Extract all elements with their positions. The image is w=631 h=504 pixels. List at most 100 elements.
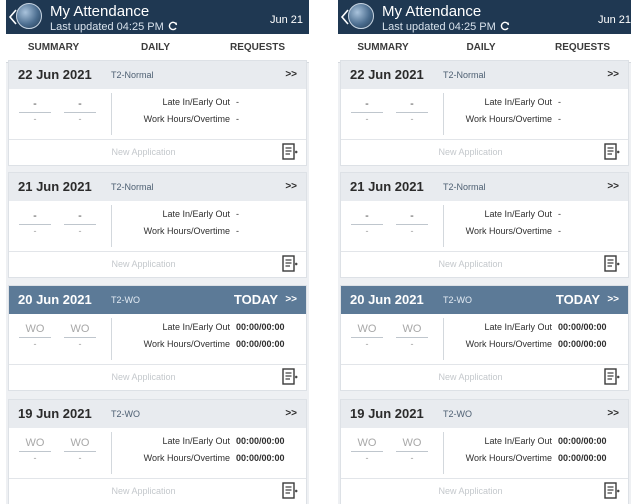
day-card[interactable]: 20 Jun 2021 T2-WO TODAY >> WO - WO - Lat… xyxy=(340,285,629,391)
expand-arrow[interactable]: >> xyxy=(607,181,619,192)
divider xyxy=(9,139,306,140)
divider xyxy=(341,478,628,479)
day-date: 22 Jun 2021 xyxy=(350,67,424,82)
punch-in-value: WO xyxy=(351,322,383,338)
work-hours-overtime-value: - xyxy=(558,114,561,124)
punch-in-value: - xyxy=(351,209,383,225)
day-card-header[interactable]: 20 Jun 2021 T2-WO TODAY >> xyxy=(341,286,628,314)
new-application-button[interactable]: New Application xyxy=(341,259,600,269)
late-in-early-out-label: Late In/Early Out xyxy=(162,97,230,107)
refresh-icon[interactable] xyxy=(168,21,178,31)
expand-arrow[interactable]: >> xyxy=(285,69,297,80)
refresh-icon[interactable] xyxy=(500,21,510,31)
work-hours-overtime-label: Work Hours/Overtime xyxy=(143,114,230,124)
punch-out: WO - xyxy=(396,322,428,351)
document-edit-icon[interactable] xyxy=(604,482,620,500)
tab-daily[interactable]: DAILY xyxy=(435,34,527,63)
punch-out-sub: - xyxy=(410,226,414,236)
tab-requests[interactable]: REQUESTS xyxy=(534,34,631,62)
punch-out-sub: - xyxy=(410,339,414,349)
new-application-button[interactable]: New Application xyxy=(9,486,278,496)
document-edit-icon[interactable] xyxy=(282,368,298,386)
late-in-early-out-label: Late In/Early Out xyxy=(484,209,552,219)
work-hours-overtime-label: Work Hours/Overtime xyxy=(143,339,230,349)
day-card[interactable]: 19 Jun 2021 T2-WO >> WO - WO - Late In/E… xyxy=(8,399,307,504)
punch-in-sub: - xyxy=(33,453,37,463)
shift-type: T2-WO xyxy=(443,409,472,419)
late-in-early-out-value: 00:00/00:00 xyxy=(558,322,607,332)
shift-type: T2-Normal xyxy=(111,70,154,80)
punch-out: - - xyxy=(64,209,96,238)
day-card-header[interactable]: 21 Jun 2021 T2-Normal >> xyxy=(9,173,306,201)
shift-type: T2-WO xyxy=(111,409,140,419)
document-edit-icon[interactable] xyxy=(604,255,620,273)
app-title: My Attendance xyxy=(50,3,150,20)
new-application-button[interactable]: New Application xyxy=(9,259,278,269)
shift-type: T2-WO xyxy=(111,295,140,305)
new-application-button[interactable]: New Application xyxy=(9,372,278,382)
punch-out-sub: - xyxy=(78,339,82,349)
divider xyxy=(9,251,306,252)
expand-arrow[interactable]: >> xyxy=(607,294,619,305)
tab-summary[interactable]: SUMMARY xyxy=(6,34,101,62)
late-in-early-out-value: - xyxy=(236,97,239,107)
work-hours-overtime-value: 00:00/00:00 xyxy=(558,339,607,349)
day-card-header[interactable]: 21 Jun 2021 T2-Normal >> xyxy=(341,173,628,201)
divider xyxy=(443,205,444,247)
punch-in: WO - xyxy=(19,322,51,351)
punch-in-sub: - xyxy=(33,339,37,349)
expand-arrow[interactable]: >> xyxy=(607,69,619,80)
punch-in: - - xyxy=(351,209,383,238)
expand-arrow[interactable]: >> xyxy=(285,408,297,419)
day-card-header[interactable]: 19 Jun 2021 T2-WO >> xyxy=(9,400,306,428)
document-edit-icon[interactable] xyxy=(282,255,298,273)
document-edit-icon[interactable] xyxy=(604,143,620,161)
tab-bar: SUMMARY DAILY REQUESTS xyxy=(6,34,309,63)
new-application-button[interactable]: New Application xyxy=(341,147,600,157)
day-card-header[interactable]: 22 Jun 2021 T2-Normal >> xyxy=(9,61,306,89)
divider xyxy=(341,251,628,252)
day-card[interactable]: 19 Jun 2021 T2-WO >> WO - WO - Late In/E… xyxy=(340,399,629,504)
day-card-header[interactable]: 19 Jun 2021 T2-WO >> xyxy=(341,400,628,428)
tab-requests[interactable]: REQUESTS xyxy=(206,34,309,62)
punch-out: - - xyxy=(396,97,428,126)
attendance-screen-right: My Attendance Last updated 04:25 PM Jun … xyxy=(338,0,631,504)
attendance-screen-left: My Attendance Last updated 04:25 PM Jun … xyxy=(6,0,309,504)
expand-arrow[interactable]: >> xyxy=(285,294,297,305)
document-edit-icon[interactable] xyxy=(604,368,620,386)
expand-arrow[interactable]: >> xyxy=(607,408,619,419)
day-card[interactable]: 21 Jun 2021 T2-Normal >> - - - - Late In… xyxy=(8,172,307,278)
day-card[interactable]: 21 Jun 2021 T2-Normal >> - - - - Late In… xyxy=(340,172,629,278)
day-date: 21 Jun 2021 xyxy=(350,179,424,194)
punch-in: WO - xyxy=(351,322,383,351)
punch-out: - - xyxy=(64,97,96,126)
work-hours-overtime-value: 00:00/00:00 xyxy=(558,453,607,463)
divider xyxy=(111,432,112,474)
punch-in-sub: - xyxy=(365,339,369,349)
day-card-header[interactable]: 22 Jun 2021 T2-Normal >> xyxy=(341,61,628,89)
shift-type: T2-Normal xyxy=(443,182,486,192)
punch-in-value: - xyxy=(19,97,51,113)
punch-in-sub: - xyxy=(33,226,37,236)
document-edit-icon[interactable] xyxy=(282,143,298,161)
day-card[interactable]: 20 Jun 2021 T2-WO TODAY >> WO - WO - Lat… xyxy=(8,285,307,391)
day-card[interactable]: 22 Jun 2021 T2-Normal >> - - - - Late In… xyxy=(340,60,629,166)
punch-out-value: WO xyxy=(396,322,428,338)
tab-summary[interactable]: SUMMARY xyxy=(338,34,428,62)
punch-out-value: WO xyxy=(64,436,96,452)
last-updated-text: Last updated 04:25 PM xyxy=(50,21,164,33)
divider xyxy=(443,93,444,135)
document-edit-icon[interactable] xyxy=(282,482,298,500)
new-application-button[interactable]: New Application xyxy=(9,147,278,157)
late-in-early-out-label: Late In/Early Out xyxy=(162,209,230,219)
day-card-header[interactable]: 20 Jun 2021 T2-WO TODAY >> xyxy=(9,286,306,314)
tab-daily[interactable]: DAILY xyxy=(108,34,203,63)
late-in-early-out-label: Late In/Early Out xyxy=(484,436,552,446)
day-date: 19 Jun 2021 xyxy=(350,406,424,421)
new-application-button[interactable]: New Application xyxy=(341,486,600,496)
expand-arrow[interactable]: >> xyxy=(285,181,297,192)
divider xyxy=(443,432,444,474)
punch-in-value: WO xyxy=(19,436,51,452)
day-card[interactable]: 22 Jun 2021 T2-Normal >> - - - - Late In… xyxy=(8,60,307,166)
new-application-button[interactable]: New Application xyxy=(341,372,600,382)
